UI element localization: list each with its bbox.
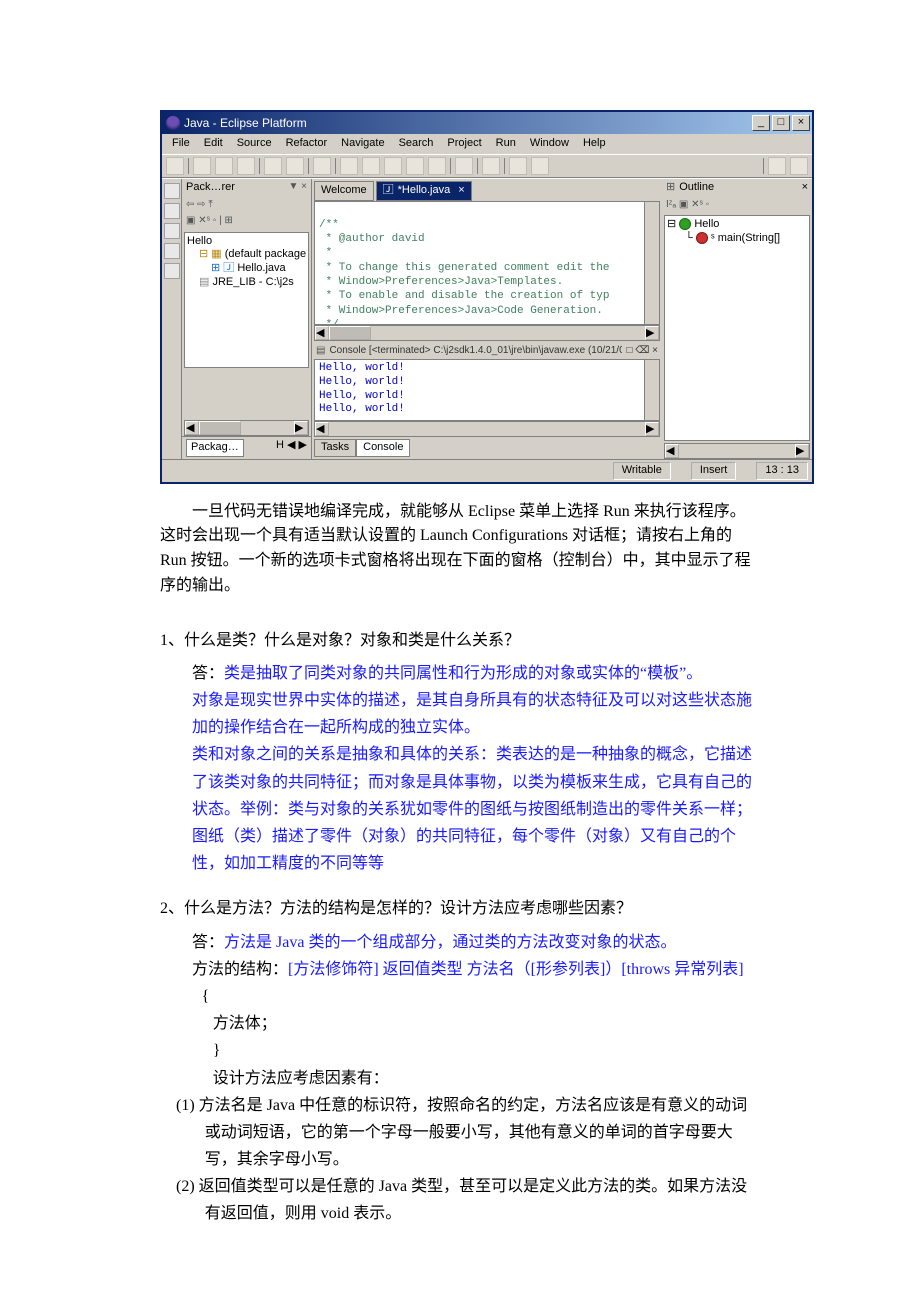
tab-close-icon[interactable]: × (458, 184, 464, 198)
debug-icon[interactable] (264, 157, 282, 175)
close-button[interactable]: × (792, 115, 810, 131)
console-head-buttons[interactable]: □ ⌫ × (626, 345, 658, 358)
console-scroll-h[interactable]: ◀▶ (314, 421, 660, 437)
console-output[interactable]: Hello, world! Hello, world! Hello, world… (314, 359, 660, 421)
perspective-bar (162, 179, 182, 459)
maximize-button[interactable]: □ (772, 115, 790, 131)
menu-project[interactable]: Project (443, 136, 485, 152)
outline-close-icon[interactable]: × (802, 181, 808, 195)
menu-run[interactable]: Run (492, 136, 520, 152)
pkg-file[interactable]: Hello.java (237, 262, 285, 274)
save-icon[interactable] (193, 157, 211, 175)
menu-help[interactable]: Help (579, 136, 610, 152)
code-editor[interactable]: /** * @author david * * To change this g… (314, 201, 660, 325)
persp-team-icon[interactable] (164, 223, 180, 239)
menu-search[interactable]: Search (395, 136, 438, 152)
pkg-head-buttons[interactable]: ▼ × (288, 181, 307, 194)
window-titlebar: Java - Eclipse Platform _ □ × (162, 112, 812, 134)
fwd-icon[interactable] (531, 157, 549, 175)
pkg-nav-icons[interactable]: ⇦ ⇨ ⤒ (186, 199, 213, 212)
answer-1: 答：类是抽取了同类对象的共同属性和行为形成的对象或实体的“模板”。 对象是现实世… (160, 660, 760, 878)
menu-navigate[interactable]: Navigate (337, 136, 388, 152)
print-icon[interactable] (237, 157, 255, 175)
persp-resource-icon[interactable] (164, 243, 180, 259)
package-explorer: Pack…rer ▼ × ⇦ ⇨ ⤒ ▣ ✕ˢ ◦ | ⊞ Hello ⊟ ▦ … (182, 179, 312, 459)
pkg-tool-icons[interactable]: ▣ ✕ˢ ◦ | ⊞ (186, 215, 233, 228)
pkg-default[interactable]: (default package (225, 248, 306, 260)
search-icon[interactable] (362, 157, 380, 175)
answer-2: 答：方法是 Java 类的一个组成部分，通过类的方法改变对象的状态。 方法的结构… (160, 929, 760, 1228)
qa-section: 1、什么是类？什么是对象？对象和类是什么关系？ 答：类是抽取了同类对象的共同属性… (160, 627, 760, 1228)
nav2-icon[interactable] (406, 157, 424, 175)
method-icon (696, 232, 708, 244)
saveall-icon[interactable] (215, 157, 233, 175)
minimize-button[interactable]: _ (752, 115, 770, 131)
persp-java-icon[interactable] (164, 183, 180, 199)
console-title: Console [<terminated> C:\j2sdk1.4.0_01\j… (329, 345, 622, 358)
console-scroll-v[interactable] (644, 360, 659, 420)
menu-source[interactable]: Source (233, 136, 276, 152)
editor-scroll-h[interactable]: ◀▶ (314, 325, 660, 341)
editor-scroll-v[interactable] (644, 202, 659, 324)
pkg-root[interactable]: Hello (187, 235, 306, 249)
back-icon[interactable] (509, 157, 527, 175)
menu-edit[interactable]: Edit (200, 136, 227, 152)
pkg-jre[interactable]: JRE_LIB - C:\j2s (212, 276, 293, 288)
outline-title: Outline (679, 181, 714, 195)
persp-icon[interactable] (768, 157, 786, 175)
tab-tasks[interactable]: Tasks (314, 439, 356, 457)
pkg-foot-tab[interactable]: Packag… (186, 439, 244, 457)
main-toolbar (162, 154, 812, 178)
menu-window[interactable]: Window (526, 136, 573, 152)
menu-file[interactable]: File (168, 136, 194, 152)
outline-view: ⊞ Outline × Iᶻₐ ▣ ✕ˢ ◦ ⊟ Hello └ ˢ main(… (662, 179, 812, 459)
nav3-icon[interactable] (428, 157, 446, 175)
tab-hello-java[interactable]: 🄹 *Hello.java × (376, 181, 472, 201)
editor-area: Welcome 🄹 *Hello.java × /** * @author da… (312, 179, 662, 459)
menu-bar: File Edit Source Refactor Navigate Searc… (162, 134, 812, 154)
class-icon (679, 218, 691, 230)
explanation-paragraph: 一旦代码无错误地编译完成，就能够从 Eclipse 菜单上选择 Run 来执行该… (160, 500, 760, 599)
question-1: 1、什么是类？什么是对象？对象和类是什么关系？ (160, 627, 760, 654)
pkg-title: Pack…rer (186, 181, 235, 195)
tab-welcome[interactable]: Welcome (314, 181, 374, 201)
persp-debug-icon[interactable] (164, 203, 180, 219)
pkg-tree[interactable]: Hello ⊟ ▦ (default package ⊞ 🄹 Hello.jav… (184, 232, 309, 368)
tab-console[interactable]: Console (356, 439, 410, 457)
menu-refactor[interactable]: Refactor (282, 136, 332, 152)
run-icon[interactable] (286, 157, 304, 175)
status-bar: Writable Insert 13 : 13 (162, 459, 812, 482)
persp2-icon[interactable] (790, 157, 808, 175)
question-2: 2、什么是方法？方法的结构是怎样的？设计方法应考虑哪些因素？ (160, 895, 760, 922)
status-writable: Writable (613, 462, 671, 480)
nav-icon[interactable] (384, 157, 402, 175)
status-insert: Insert (691, 462, 737, 480)
opentype-icon[interactable] (340, 157, 358, 175)
status-position: 13 : 13 (756, 462, 808, 480)
build-icon[interactable] (482, 157, 500, 175)
outline-tool-icons[interactable]: Iᶻₐ ▣ ✕ˢ ◦ (666, 199, 709, 212)
newclass-icon[interactable] (313, 157, 331, 175)
new-icon[interactable] (166, 157, 184, 175)
eclipse-ide-window: Java - Eclipse Platform _ □ × File Edit … (160, 110, 814, 484)
outline-scroll-h[interactable]: ◀▶ (664, 443, 810, 459)
pkg-foot-nav[interactable]: H ◀ ▶ (276, 439, 307, 457)
ext-icon[interactable] (455, 157, 473, 175)
window-title: Java - Eclipse Platform (184, 116, 750, 131)
eclipse-icon (166, 116, 180, 130)
pkg-scroll-h[interactable]: ◀▶ (184, 420, 309, 436)
persp-other-icon[interactable] (164, 263, 180, 279)
outline-tree[interactable]: ⊟ Hello └ ˢ main(String[] (664, 215, 810, 441)
